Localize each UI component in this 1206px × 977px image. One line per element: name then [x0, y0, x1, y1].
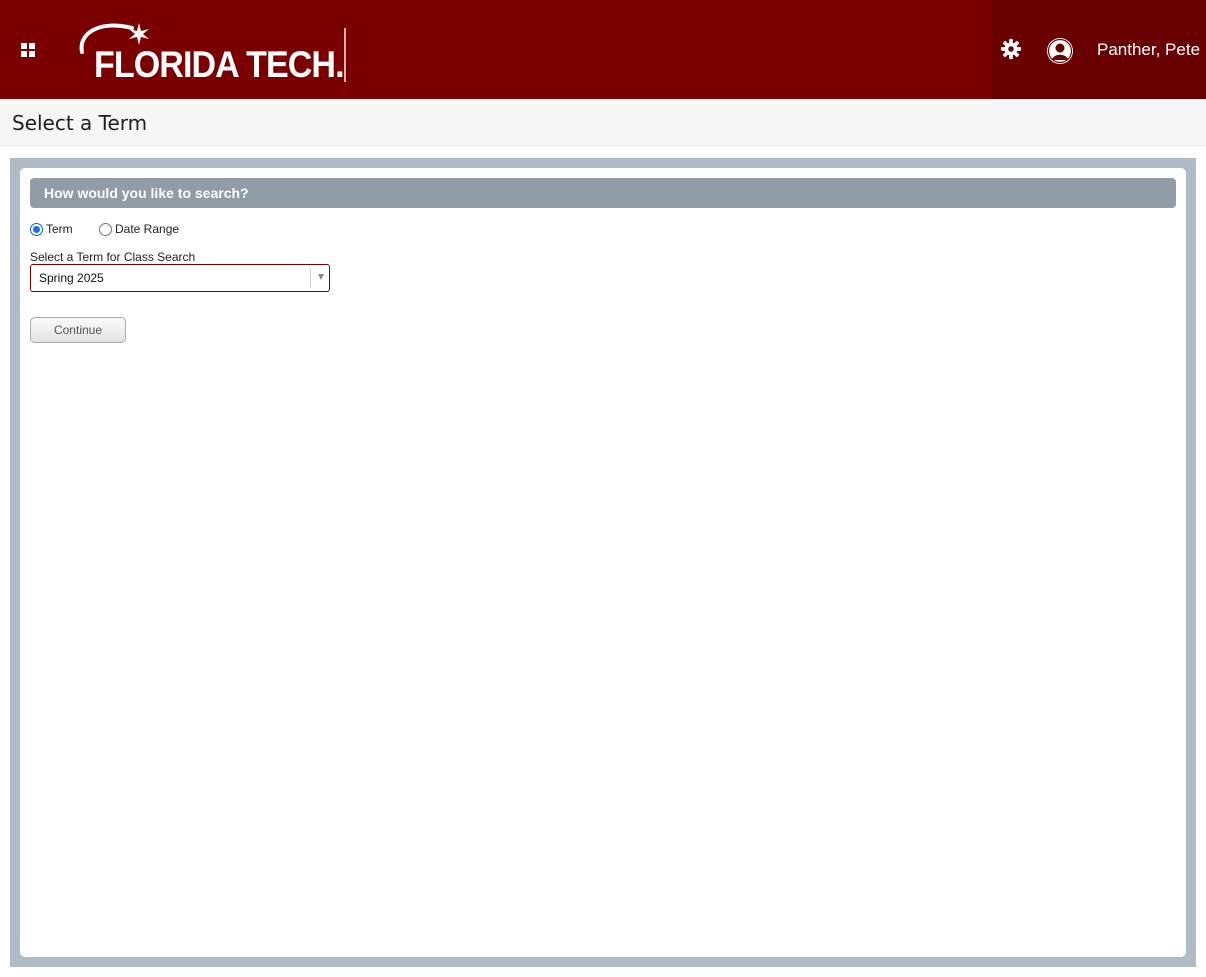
- app-header: FLORIDA TECH. Panther, Pete: [0, 0, 1206, 99]
- search-panel: How would you like to search? Term Date …: [20, 168, 1186, 957]
- page-title: Select a Term: [12, 111, 148, 135]
- chevron-down-icon[interactable]: [318, 274, 324, 280]
- term-field-label: Select a Term for Class Search: [30, 250, 196, 264]
- section-title: How would you like to search?: [44, 185, 249, 201]
- gear-icon[interactable]: [1000, 38, 1022, 60]
- apps-grid-icon[interactable]: [21, 43, 35, 57]
- term-select[interactable]: Spring 2025: [30, 264, 330, 292]
- page-title-bar: Select a Term: [0, 99, 1206, 146]
- user-avatar-icon[interactable]: [1046, 37, 1074, 65]
- florida-tech-logo[interactable]: FLORIDA TECH.: [72, 18, 345, 84]
- continue-button[interactable]: Continue: [30, 317, 126, 343]
- radio-term-label: Term: [46, 222, 73, 236]
- user-name-link[interactable]: Panther, Pete: [1097, 40, 1200, 60]
- radio-date-range-circle[interactable]: [99, 223, 112, 236]
- radio-date-range-label: Date Range: [115, 222, 180, 236]
- section-header: How would you like to search?: [30, 178, 1176, 208]
- header-divider: [344, 28, 346, 82]
- logo-wordmark: FLORIDA TECH.: [94, 44, 345, 85]
- content-frame: How would you like to search? Term Date …: [10, 158, 1196, 967]
- term-select-value: Spring 2025: [39, 271, 104, 285]
- radio-term-circle[interactable]: [30, 223, 43, 236]
- select-separator: [310, 268, 311, 288]
